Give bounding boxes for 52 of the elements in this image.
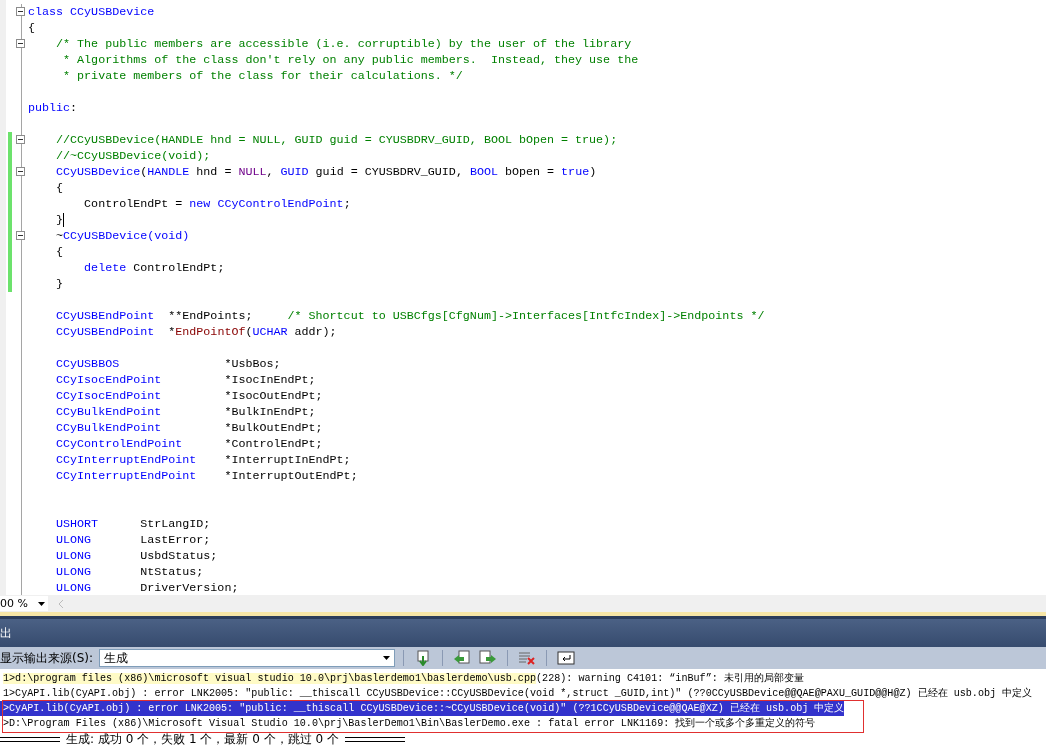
panel-title: 出 bbox=[0, 624, 12, 642]
word-wrap-icon bbox=[557, 650, 576, 666]
document-arrow-icon bbox=[415, 650, 432, 666]
left-arrow-icon bbox=[453, 650, 472, 666]
code-line: { bbox=[55, 180, 64, 196]
collapse-icon[interactable] bbox=[16, 7, 25, 16]
code-line: ULONG DriverVersion; bbox=[55, 580, 239, 595]
code-line: { bbox=[28, 20, 35, 36]
code-line: { bbox=[55, 244, 64, 260]
code-line: ULONG LastError; bbox=[55, 532, 211, 548]
code-line: /* The public members are accessible (i.e. corruptible) by the user of the library bbox=[55, 36, 632, 52]
output-line[interactable]: >D:\Program Files (x86)\Microsoft Visual Studio 10.0\prj\BaslerDemo1\Bin\BaslerDemo.exe : fatal error LNK1169: 找到一个或多个多重定义的符号 bbox=[0, 716, 816, 731]
output-line[interactable]: 1>CyAPI.lib(CyAPI.obj) : error LNK2005: "public: __thiscall CCyUSBDevice::CCyUSBDevice(void *,struct _GUID,int)" (??0CCyUSBDevice@@QAE@PAXU_GUID@@H@Z) 已经在 usb.obj 中定义 bbox=[0, 686, 1033, 701]
code-line: * private members of the class for their calculations. */ bbox=[62, 68, 463, 84]
collapse-icon[interactable] bbox=[16, 167, 25, 176]
code-line: } bbox=[55, 276, 64, 292]
code-line: CCyIsocEndPoint *IsocInEndPt; bbox=[55, 372, 316, 388]
code-line: public: bbox=[28, 100, 78, 116]
code-line: CCyUSBDevice(HANDLE hnd = NULL, GUID guid = CYUSBDRV_GUID, BOOL bOpen = true) bbox=[55, 164, 597, 180]
code-line: CCyUSBEndPoint *EndPointOf(UCHAR addr); bbox=[55, 324, 337, 340]
code-line: USHORT StrLangID; bbox=[55, 516, 211, 532]
code-line: CCyBulkEndPoint *BulkOutEndPt; bbox=[55, 420, 323, 436]
code-line: class CCyUSBDevice bbox=[28, 4, 155, 20]
code-line: CCyInterruptEndPoint *InterruptOutEndPt; bbox=[55, 468, 358, 484]
zoom-dropdown[interactable]: 00 % bbox=[0, 596, 48, 611]
code-line: CCyInterruptEndPoint *InterruptInEndPt; bbox=[55, 452, 351, 468]
code-line: delete ControlEndPt; bbox=[83, 260, 225, 276]
output-line[interactable]: 1>d:\program files (x86)\microsoft visual studio 10.0\prj\baslerdemo1\baslerdemo\usb.cpp(228): warning C4101: “inBuf”: 未引用的局部变量 bbox=[0, 671, 804, 686]
collapse-icon[interactable] bbox=[16, 135, 25, 144]
code-line: CCyIsocEndPoint *IsocOutEndPt; bbox=[55, 388, 323, 404]
caret-icon bbox=[383, 656, 391, 660]
code-line: * Algorithms of the class don't rely on any public members. Instead, they use the bbox=[62, 52, 639, 68]
code-line: ULONG NtStatus; bbox=[55, 564, 204, 580]
code-line: CCyControlEndPoint *ControlEndPt; bbox=[55, 436, 323, 452]
source-dropdown[interactable]: 生成 bbox=[99, 649, 396, 667]
code-line: } bbox=[55, 212, 65, 228]
code-line: CCyUSBEndPoint **EndPoints; /* Shortcut to USBCfgs[CfgNum]->Interfaces[IntfcIndex]->Endpoints */ bbox=[55, 308, 765, 324]
code-line: //~CCyUSBDevice(void); bbox=[55, 148, 211, 164]
collapse-icon[interactable] bbox=[16, 231, 25, 240]
code-line: ~CCyUSBDevice(void) bbox=[55, 228, 190, 244]
code-line: ControlEndPt = new CCyControlEndPoint; bbox=[83, 196, 351, 212]
clear-icon bbox=[518, 650, 537, 666]
right-arrow-icon bbox=[479, 650, 498, 666]
source-label: 显示输出来源(S): bbox=[0, 649, 94, 667]
word-wrap-button[interactable] bbox=[555, 648, 578, 668]
collapse-icon[interactable] bbox=[16, 39, 25, 48]
code-line: //CCyUSBDevice(HANDLE hnd = NULL, GUID guid = CYUSBDRV_GUID, BOOL bOpen = true); bbox=[55, 132, 618, 148]
code-line: ULONG UsbdStatus; bbox=[55, 548, 218, 564]
caret-icon bbox=[38, 601, 45, 606]
code-line: CCyBulkEndPoint *BulkInEndPt; bbox=[55, 404, 316, 420]
code-line: CCyUSBBOS *UsbBos; bbox=[55, 356, 281, 372]
build-summary: 生成: 成功 0 个，失败 1 个，最新 0 个，跳过 0 个 bbox=[66, 730, 339, 748]
